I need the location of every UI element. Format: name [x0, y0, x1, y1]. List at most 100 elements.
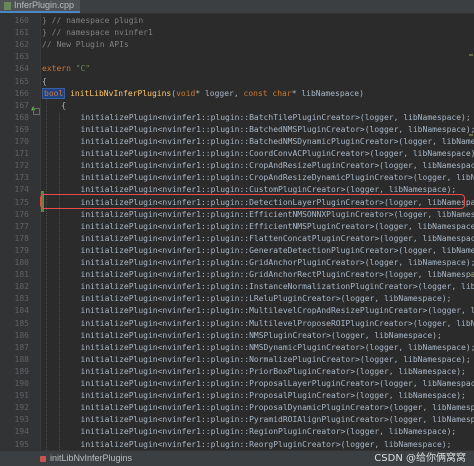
code-line[interactable]: 180 initializePlugin<nvinfer1::plugin::G… — [0, 256, 474, 269]
code-line[interactable]: 164 extern "C" — [0, 62, 474, 75]
code-token: void — [176, 88, 196, 98]
code-line[interactable]: 184 initializePlugin<nvinfer1::plugin::M… — [0, 304, 474, 317]
code-line[interactable]: 183 initializePlugin<nvinfer1::plugin::L… — [0, 292, 474, 305]
code-line[interactable]: 161} // namespace nvinfer1 — [0, 26, 474, 39]
code-line[interactable]: 176 initializePlugin<nvinfer1::plugin::E… — [0, 208, 474, 221]
code-token: initializePlugin<nvinfer1::plugin::Multi… — [80, 306, 474, 316]
editor-tab-bar: InferPlugin.cpp — [0, 0, 474, 14]
code-text: initializePlugin<nvinfer1::plugin::Batch… — [42, 111, 471, 124]
code-text: initializePlugin<nvinfer1::plugin::Propo… — [42, 389, 466, 402]
code-line[interactable]: 192 initializePlugin<nvinfer1::plugin::P… — [0, 401, 474, 414]
code-token: initializePlugin<nvinfer1::plugin::Coord… — [42, 149, 474, 159]
code-text: initializePlugin<nvinfer1::plugin::GridA… — [42, 256, 474, 269]
code-text: extern "C" — [42, 62, 90, 75]
code-text: initializePlugin<nvinfer1::plugin::Prior… — [42, 365, 466, 378]
code-line[interactable]: 177 initializePlugin<nvinfer1::plugin::E… — [0, 220, 474, 233]
line-number: 192 — [14, 403, 29, 413]
scroll-marker — [469, 134, 473, 136]
code-line[interactable]: 172 initializePlugin<nvinfer1::plugin::C… — [0, 159, 474, 172]
code-text: initializePlugin<nvinfer1::plugin::Propo… — [42, 401, 474, 414]
code-line[interactable]: 187 initializePlugin<nvinfer1::plugin::N… — [0, 341, 474, 354]
code-line[interactable]: 189 initializePlugin<nvinfer1::plugin::P… — [0, 365, 474, 378]
code-token: initializePlugin<nvinfer1::plugin::CropA… — [80, 173, 474, 183]
code-text: initializePlugin<nvinfer1::plugin::Insta… — [42, 280, 474, 293]
code-text: initializePlugin<nvinfer1::plugin::Propo… — [42, 377, 474, 390]
code-token: bool — [42, 87, 66, 99]
code-line[interactable]: 179 initializePlugin<nvinfer1::plugin::G… — [0, 244, 474, 257]
line-number: 164 — [14, 64, 29, 74]
code-line[interactable]: 170 initializePlugin<nvinfer1::plugin::B… — [0, 135, 474, 148]
breadcrumb[interactable]: initLibNvInferPlugins — [40, 451, 132, 466]
code-text: } // namespace plugin — [42, 14, 143, 27]
code-text: initializePlugin<nvinfer1::plugin::Coord… — [42, 147, 474, 160]
code-line[interactable]: 181 initializePlugin<nvinfer1::plugin::G… — [0, 268, 474, 281]
code-line[interactable]: 163 — [0, 50, 474, 63]
tab-inferplugin-cpp[interactable]: InferPlugin.cpp — [0, 0, 81, 13]
code-text: } // namespace nvinfer1 — [42, 26, 153, 39]
code-line[interactable]: 160} // namespace plugin — [0, 14, 474, 27]
code-token: initializePlugin<nvinfer1::plugin::Multi… — [80, 318, 474, 328]
cpp-file-icon — [4, 1, 11, 10]
code-token: { — [42, 76, 47, 86]
code-text: bool initLibNvInferPlugins(void* logger,… — [42, 87, 364, 100]
watermark: CSDN @给你俩窝窝 — [374, 453, 466, 464]
code-token: initializePlugin<nvinfer1::plugin::Insta… — [80, 282, 474, 292]
code-token: initializePlugin<nvinfer1::plugin::CropA… — [42, 161, 474, 171]
code-token: initializePlugin<nvinfer1::plugin::Batch… — [42, 124, 474, 134]
code-token: initializePlugin<nvinfer1::plugin::Effic… — [42, 209, 474, 219]
code-text: initializePlugin<nvinfer1::plugin::Reorg… — [42, 438, 452, 451]
code-text: initializePlugin<nvinfer1::plugin::LRelu… — [42, 292, 452, 305]
code-line[interactable]: 190 initializePlugin<nvinfer1::plugin::P… — [0, 377, 474, 390]
code-text: initializePlugin<nvinfer1::plugin::Batch… — [42, 135, 474, 148]
code-text: initializePlugin<nvinfer1::plugin::GridA… — [42, 268, 474, 281]
status-bar: initLibNvInferPlugins CSDN @给你俩窝窝 — [0, 450, 474, 466]
code-line[interactable]: 166 bool initLibNvInferPlugins(void* logg… — [0, 87, 474, 100]
function-icon — [40, 455, 46, 462]
code-line[interactable]: 185 initializePlugin<nvinfer1::plugin::M… — [0, 317, 474, 330]
line-number: 188 — [14, 354, 29, 364]
code-line[interactable]: 168 initializePlugin<nvinfer1::plugin::B… — [0, 111, 474, 124]
code-token: "C" — [75, 64, 91, 74]
line-number: 176 — [14, 209, 29, 219]
line-number: 184 — [14, 306, 29, 316]
code-line[interactable]: 167 { — [0, 99, 474, 112]
code-token: initializePlugin<nvinfer1::plugin::NMSDy… — [42, 342, 474, 352]
code-text: { — [42, 99, 66, 112]
code-line[interactable]: 173 initializePlugin<nvinfer1::plugin::C… — [0, 171, 474, 184]
code-token: } // namespace nvinfer1 — [42, 28, 153, 38]
code-token: initializePlugin<nvinfer1::plugin::Flatt… — [42, 233, 474, 243]
code-line[interactable]: 195 initializePlugin<nvinfer1::plugin::R… — [0, 438, 474, 451]
code-line[interactable]: 188 initializePlugin<nvinfer1::plugin::N… — [0, 353, 474, 366]
line-number: 174 — [14, 185, 29, 195]
line-number: 165 — [14, 76, 29, 86]
code-line[interactable]: 182 initializePlugin<nvinfer1::plugin::I… — [0, 280, 474, 293]
code-token: initializePlugin<nvinfer1::plugin::Norma… — [42, 354, 471, 364]
code-text: initializePlugin<nvinfer1::plugin::CropA… — [42, 159, 474, 172]
code-token: initializePlugin<nvinfer1::plugin::Propo… — [42, 403, 474, 413]
code-token: initLibNvInferPlugins — [70, 88, 172, 98]
code-token: extern — [42, 64, 76, 74]
code-line[interactable]: 162 // New Plugin APIs — [0, 38, 474, 51]
line-number: 179 — [14, 245, 29, 255]
code-editor[interactable]: ▲ 160} // namespace plugin 161} // namesp… — [0, 14, 474, 450]
code-line[interactable]: 165 { — [0, 75, 474, 88]
line-number: 185 — [14, 318, 29, 328]
code-line[interactable]: 169 initializePlugin<nvinfer1::plugin::B… — [0, 123, 474, 136]
line-number: 193 — [14, 415, 29, 425]
code-line[interactable]: 193 initializePlugin<nvinfer1::plugin::P… — [0, 413, 474, 426]
code-line[interactable]: 191 initializePlugin<nvinfer1::plugin::P… — [0, 389, 474, 402]
code-text: initializePlugin<nvinfer1::plugin::Pyram… — [42, 413, 474, 426]
code-line[interactable]: 194 initializePlugin<nvinfer1::plugin::R… — [0, 425, 474, 438]
code-line[interactable]: 186 initializePlugin<nvinfer1::plugin::N… — [0, 329, 474, 342]
code-line[interactable]: 178 initializePlugin<nvinfer1::plugin::F… — [0, 232, 474, 245]
code-token: { — [42, 100, 67, 110]
code-text: { — [42, 75, 47, 88]
code-line[interactable]: 171 initializePlugin<nvinfer1::plugin::C… — [0, 147, 474, 160]
scrollbar-markers[interactable] — [468, 14, 474, 450]
code-text: initializePlugin<nvinfer1::plugin::NMSPl… — [42, 329, 442, 342]
line-number: 189 — [14, 366, 29, 376]
line-number: 172 — [14, 161, 29, 171]
code-token: initializePlugin<nvinfer1::plugin::Propo… — [42, 391, 466, 401]
line-number: 194 — [14, 427, 29, 437]
line-number: 170 — [14, 137, 29, 146]
